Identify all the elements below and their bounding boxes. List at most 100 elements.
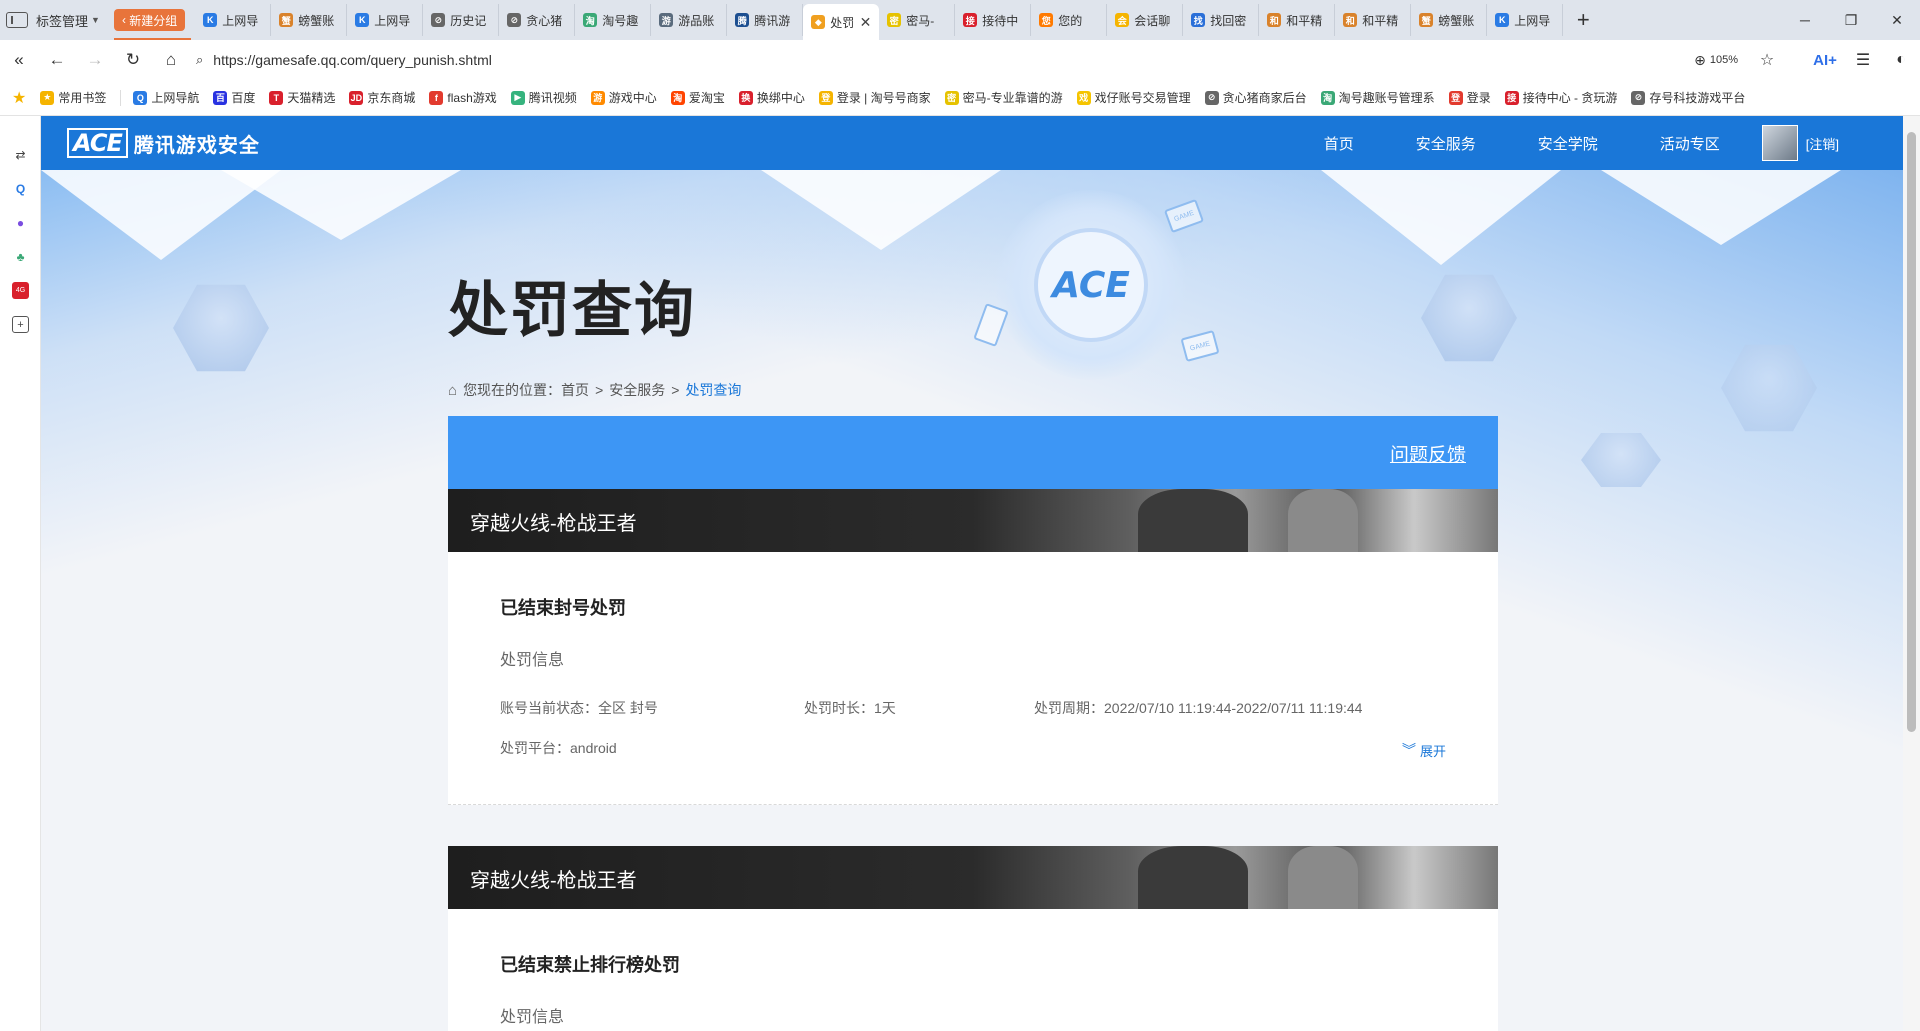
bookmark-favicon-icon: 密 bbox=[944, 90, 959, 105]
browser-tab[interactable]: ⊘ 历史记 bbox=[423, 4, 500, 36]
browser-tab[interactable]: ⊘ 贪心猪 bbox=[499, 4, 576, 36]
news-app-icon[interactable]: 4G bbox=[12, 282, 29, 299]
bookmark-item[interactable]: JD 京东商城 bbox=[349, 89, 415, 106]
browser-tab[interactable]: 游游品账 bbox=[651, 4, 728, 36]
new-group-button[interactable]: ‹ 新建分组 bbox=[113, 9, 192, 40]
page-title: 处罚查询 bbox=[448, 277, 696, 344]
browser-tab[interactable]: K 上网导 bbox=[347, 4, 424, 36]
bookmark-favicon-icon: ★ bbox=[40, 90, 55, 105]
url-field[interactable]: ⌕ https://gamesafe.qq.com/query_punish.s… bbox=[190, 44, 1694, 76]
nav-events[interactable]: 活动专区 bbox=[1660, 133, 1720, 154]
tab-manager-button[interactable]: 标签管理 ▼ bbox=[0, 4, 108, 36]
menu-icon[interactable]: ☰ bbox=[1844, 50, 1882, 70]
swap-icon[interactable]: ⇄ bbox=[12, 146, 29, 163]
bookmark-item[interactable]: Q 上网导航 bbox=[133, 89, 199, 106]
bookmark-item[interactable]: ★ 常用书签 bbox=[40, 89, 106, 106]
home-button[interactable]: ⌂ bbox=[152, 44, 190, 76]
avatar[interactable] bbox=[1761, 125, 1798, 161]
browser-tab[interactable]: 蟹螃蟹账 bbox=[1411, 4, 1488, 36]
ace-logo-mark: ACE bbox=[67, 128, 128, 158]
bookmark-item[interactable]: ▶ 腾讯视频 bbox=[510, 89, 577, 106]
nav-home[interactable]: 首页 bbox=[1324, 133, 1354, 154]
breadcrumb-home[interactable]: 首页 bbox=[561, 380, 589, 400]
browser-tab[interactable]: 密密马- bbox=[879, 4, 956, 36]
nav-security-academy[interactable]: 安全学院 bbox=[1538, 133, 1598, 154]
site-logo[interactable]: ACE 腾讯游戏安全 bbox=[67, 128, 260, 158]
bookmark-item[interactable]: 换换绑中心 bbox=[738, 89, 805, 106]
breadcrumb-security-services[interactable]: 安全服务 bbox=[609, 380, 665, 400]
punish-platform: 处罚平台：android bbox=[500, 740, 617, 756]
bookmark-item[interactable]: 密密马-专业靠谱的游 bbox=[944, 89, 1063, 106]
game-tag-icon: GAME bbox=[1163, 198, 1205, 234]
expand-button[interactable]: ︾ 展开 bbox=[1402, 740, 1446, 760]
tab-title: 螃蟹账 bbox=[1438, 13, 1475, 28]
bookmark-favicon-icon: 百 bbox=[213, 90, 228, 105]
punish-duration: 处罚时长：1天 bbox=[804, 700, 896, 716]
browser-tab[interactable]: 和和平精 bbox=[1259, 4, 1336, 36]
search-q-icon[interactable]: Q bbox=[12, 180, 29, 197]
new-tab-button[interactable]: + bbox=[1563, 4, 1603, 36]
browser-tab[interactable]: K 上网导 bbox=[195, 4, 272, 36]
character-hexagon bbox=[1581, 433, 1661, 487]
tab-list: K 上网导蟹螃蟹账 K 上网导 ⊘ 历史记 ⊘ 贪心猪淘淘号趣游游品账腾腾讯游 ◆ 处罚 ✕ 密密马-… bbox=[195, 4, 1564, 40]
bookmark-item[interactable]: 游游戏中心 bbox=[590, 89, 657, 106]
bookmark-item[interactable]: 百百度 bbox=[213, 89, 255, 106]
tab-title: 上网导 bbox=[1514, 13, 1551, 28]
bookmark-favicon-icon: 换 bbox=[738, 90, 753, 105]
forward-button[interactable]: → bbox=[76, 44, 114, 76]
character-hexagon bbox=[1421, 274, 1517, 362]
punish-record: 已结束封号处罚 处罚信息 账号当前状态：全区 封号 处罚时长：1天 处罚周期：2… bbox=[448, 552, 1498, 760]
tab-favicon-icon: 和 bbox=[1267, 13, 1282, 27]
bookmark-item[interactable]: 登登录 | 淘号号商家 bbox=[818, 89, 931, 106]
close-window-icon[interactable]: ✕ bbox=[1874, 12, 1920, 29]
tab-title: 历史记 bbox=[450, 13, 487, 28]
minimize-icon[interactable]: ─ bbox=[1782, 12, 1828, 28]
collapse-sidebar-button[interactable]: « bbox=[0, 44, 38, 76]
back-button[interactable]: ← bbox=[38, 44, 76, 76]
bookmark-star-icon[interactable]: ☆ bbox=[1748, 50, 1786, 70]
bookmark-favicon-icon: ⊘ bbox=[1631, 90, 1646, 105]
restore-icon[interactable]: ❐ bbox=[1828, 12, 1874, 29]
feedback-link[interactable]: 问题反馈 bbox=[1390, 440, 1466, 467]
tab-favicon-icon: 淘 bbox=[583, 13, 598, 27]
ai-button[interactable]: AI+ bbox=[1806, 52, 1844, 69]
browser-tab[interactable]: 您您的 bbox=[1031, 4, 1108, 36]
color-app-icon[interactable]: ● bbox=[12, 214, 29, 231]
extension-icon[interactable]: ◐ bbox=[1882, 51, 1920, 69]
bookmark-item[interactable]: 戏戏仔账号交易管理 bbox=[1076, 89, 1191, 106]
zoom-icon: ⊕ bbox=[1694, 51, 1706, 68]
tab-title: 您的 bbox=[1058, 13, 1083, 28]
bookmark-item[interactable]: ⊘ 存号科技游戏平台 bbox=[1631, 89, 1745, 106]
tab-manager-label: 标签管理 bbox=[36, 13, 89, 29]
bookmark-item[interactable]: 接接待中心 - 贪玩游 bbox=[1504, 89, 1617, 106]
bookmark-label: 淘号趣账号管理系 bbox=[1338, 91, 1435, 105]
favorites-star-icon[interactable]: ★ bbox=[12, 88, 26, 108]
bookmark-item[interactable]: 淘爱淘宝 bbox=[670, 89, 725, 106]
bookmark-item[interactable]: T 天猫精选 bbox=[269, 89, 335, 106]
zoom-indicator[interactable]: ⊕ 105% bbox=[1694, 52, 1738, 69]
bookmark-item[interactable]: 淘淘号趣账号管理系 bbox=[1320, 89, 1435, 106]
record-title: 已结束封号处罚 bbox=[500, 598, 626, 618]
reload-button[interactable]: ↻ bbox=[114, 44, 152, 76]
browser-tab[interactable]: 腾腾讯游 bbox=[727, 4, 804, 36]
bookmark-item[interactable]: ⊘ 贪心猪商家后台 bbox=[1204, 89, 1307, 106]
add-panel-icon[interactable]: + bbox=[12, 316, 29, 333]
browser-tab[interactable]: 会会话聊 bbox=[1107, 4, 1184, 36]
browser-tab[interactable]: 找找回密 bbox=[1183, 4, 1260, 36]
nav-security-services[interactable]: 安全服务 bbox=[1416, 133, 1476, 154]
logout-link[interactable]: [注销] bbox=[1806, 134, 1839, 153]
record-detail-row: 账号当前状态：全区 封号 处罚时长：1天 处罚周期：2022/07/10 11:… bbox=[500, 698, 1446, 718]
page-scrollbar[interactable] bbox=[1903, 116, 1920, 1031]
browser-tab[interactable]: 和和平精 bbox=[1335, 4, 1412, 36]
bookmark-item[interactable]: f flash游戏 bbox=[429, 89, 497, 106]
browser-tab[interactable]: 淘淘号趣 bbox=[575, 4, 652, 36]
browser-tab[interactable]: 接接待中 bbox=[955, 4, 1032, 36]
tab-active[interactable]: ◆ 处罚 ✕ bbox=[803, 4, 880, 40]
browser-tab[interactable]: 蟹螃蟹账 bbox=[271, 4, 348, 36]
browser-tab[interactable]: K 上网导 bbox=[1487, 4, 1564, 36]
bookmark-item[interactable]: 登登录 bbox=[1448, 89, 1491, 106]
scrollbar-thumb[interactable] bbox=[1907, 132, 1916, 732]
plant-app-icon[interactable]: ♣ bbox=[12, 248, 29, 265]
close-tab-icon[interactable]: ✕ bbox=[860, 14, 872, 31]
tab-favicon-icon: K bbox=[1495, 13, 1510, 27]
